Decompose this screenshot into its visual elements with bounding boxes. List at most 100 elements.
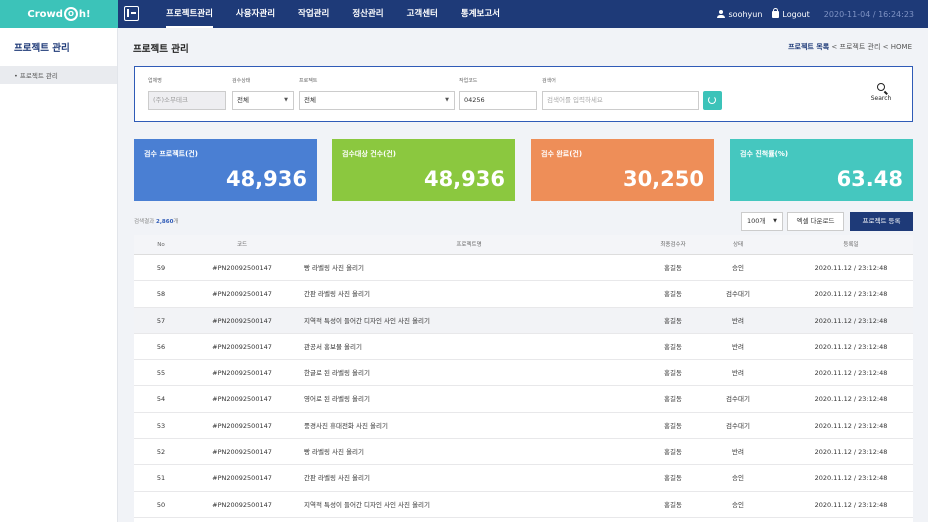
logout-button[interactable]: Logout [782,10,809,19]
cell-project-name: 한글로 된 라벨링 올리기 [304,369,370,378]
company-field: (주)소무테크 [148,91,226,110]
workcode-input[interactable]: 04256 [459,91,537,110]
user-name[interactable]: soohyun [729,10,763,19]
stat-card-value: 63.48 [836,167,903,191]
cell-project-name: 영어로 된 라벨링 올리기 [304,395,370,404]
cell-reviewer: 홍길동 [664,421,682,430]
cell-no: 53 [156,421,166,430]
nav-settlement[interactable]: 정산관리 [352,0,383,28]
status-label: 검수상태 [232,78,251,84]
table-row[interactable]: 51 #PN20092500147 간판 라벨링 사진 올리기 홍길동 승인 2020.1… [134,465,913,492]
user-icon [716,10,725,18]
table-row[interactable]: 54 #PN20092500147 영어로 된 라벨링 올리기 홍길동 검수대기 2020… [134,386,913,413]
header-no: No [157,242,165,248]
chevron-down-icon: ▼ [284,97,288,103]
nav-stats[interactable]: 통계보고서 [461,0,500,28]
stat-card-completed: 검수 완료(건) 30,250 [531,139,714,201]
result-suffix: 개 [173,219,179,225]
cell-reviewer: 홍길동 [664,264,682,272]
brand-logo[interactable]: Crowd O h! [0,0,118,28]
table-row[interactable]: 59 #PN20092500147 빵 라벨링 사진 올리기 홍길동 승인 2020.11… [134,255,913,282]
header-code: 코드 [236,242,248,248]
cell-no: 54 [156,395,166,404]
cell-no: 58 [156,290,166,299]
breadcrumb-home[interactable]: HOME [891,43,912,51]
result-count-value: 2,860 [156,219,174,225]
table-row[interactable]: 52 #PN20092500147 빵 라벨링 사진 올리기 홍길동 반려 2020.11… [134,439,913,466]
breadcrumb-project-list[interactable]: 프로젝트 목록 [788,43,829,51]
cell-status: 승인 [732,474,744,483]
cell-project-name: 빵 라벨링 사진 올리기 [304,264,365,272]
cell-code: #PN20092500147 [212,342,272,351]
stat-card-projects: 검수 프로젝트(건) 48,936 [134,139,317,201]
search-button[interactable]: Search [866,81,896,109]
page-size-select[interactable]: 100개 ▼ [741,212,783,231]
brand-o-icon: O [63,7,78,21]
cell-date: 2020.11.12 / 23:12:48 [814,290,888,299]
keyword-input[interactable]: 검색어를 입력하세요 [542,91,699,110]
register-project-button[interactable]: 프로젝트 등록 [850,212,913,231]
cell-project-name: 지역적 특성이 들어간 디자인 사인 사진 올리기 [304,316,431,325]
breadcrumb: 프로젝트 목록 < 프로젝트 관리 < HOME [788,42,912,52]
chevron-down-icon: ▼ [773,218,777,224]
cell-project-name: 관공서 홍보물 올리기 [304,342,362,351]
excel-download-button[interactable]: 엑셀 다운로드 [787,212,844,231]
project-select-value: 전체 [304,96,316,104]
project-label: 프로젝트 [299,78,318,84]
result-prefix: 검색결과 [134,219,155,225]
project-select[interactable]: 전체 ▼ [299,91,455,110]
status-select[interactable]: 전체 ▼ [232,91,294,110]
cell-code: #PN20092500147 [212,395,272,404]
sidebar-item-project[interactable]: • 프로젝트 관리 [0,66,117,84]
table-row[interactable]: 57 #PN20092500147 지역적 특성이 들어간 디자인 사인 사진 올리… [134,307,913,334]
cell-reviewer: 홍길동 [664,316,682,325]
header-status: 상태 [732,242,744,248]
chevron-down-icon: ▼ [445,97,449,103]
top-bar: Crowd O h! 프로젝트관리 사용자관리 작업관리 정산관리 고객센터 통… [0,0,928,28]
main-nav: 프로젝트관리 사용자관리 작업관리 정산관리 고객센터 통계보고서 [166,0,523,28]
project-table: No 코드 프로젝트명 최종검수자 상태 등록일 59 #PN2009250014… [134,235,913,522]
table-body: 59 #PN20092500147 빵 라벨링 사진 올리기 홍길동 승인 2020.11… [134,255,913,518]
table-row[interactable]: 58 #PN20092500147 간판 라벨링 사진 올리기 홍길동 검수대기 2020… [134,281,913,308]
cell-code: #PN20092500147 [212,448,272,457]
cell-date: 2020.11.12 / 23:12:48 [814,264,888,272]
nav-user[interactable]: 사용자관리 [236,0,275,28]
table-row[interactable]: 55 #PN20092500147 한글로 된 라벨링 올리기 홍길동 반려 2020.1… [134,360,913,387]
nav-customer[interactable]: 고객센터 [407,0,438,28]
search-button-label: Search [870,95,892,102]
cell-status: 반려 [732,369,744,378]
cell-reviewer: 홍길동 [664,369,682,378]
cell-project-name: 풍경사진 휴대전화 사진 올리기 [304,421,388,430]
table-row[interactable]: 50 #PN20092500147 지역적 특성이 들어간 디자인 사인 사진 올리… [134,492,913,518]
stat-card-value: 48,936 [423,167,505,191]
cell-project-name: 지역적 특성이 들어간 디자인 사인 사진 올리기 [304,500,431,509]
breadcrumb-project-manage[interactable]: 프로젝트 관리 [840,43,881,51]
cell-code: #PN20092500147 [212,290,272,299]
cell-no: 51 [156,474,166,483]
nav-project[interactable]: 프로젝트관리 [166,0,213,28]
table-row[interactable]: 53 #PN20092500147 풍경사진 휴대전화 사진 올리기 홍길동 검수대기 2… [134,413,913,440]
cell-project-name: 간판 라벨링 사진 올리기 [304,474,370,483]
cell-reviewer: 홍길동 [664,474,682,483]
brand-text-pre: Crowd [27,8,63,20]
cell-date: 2020.11.12 / 23:12:48 [814,421,888,430]
stat-card-label: 검수 진척률(%) [740,150,789,158]
header-date: 등록일 [843,242,859,248]
lock-icon [772,7,780,18]
nav-work[interactable]: 작업관리 [298,0,329,28]
cell-date: 2020.11.12 / 23:12:48 [814,369,888,378]
cell-no: 55 [156,369,166,378]
status-select-value: 전체 [237,96,249,104]
cell-status: 반려 [732,316,744,325]
sidebar-title: 프로젝트 관리 [14,43,70,54]
cell-reviewer: 홍길동 [664,342,682,351]
cell-no: 57 [156,316,166,325]
header-project-name: 프로젝트명 [456,242,482,248]
menu-toggle-icon[interactable] [124,6,139,21]
stat-card-label: 검수 프로젝트(건) [144,150,198,158]
table-row[interactable]: 56 #PN20092500147 관공서 홍보물 올리기 홍길동 반려 2020.11.… [134,334,913,361]
page-size-value: 100개 [747,217,766,225]
cell-code: #PN20092500147 [212,421,272,430]
refresh-button[interactable] [703,91,722,110]
cell-date: 2020.11.12 / 23:12:48 [814,395,888,404]
